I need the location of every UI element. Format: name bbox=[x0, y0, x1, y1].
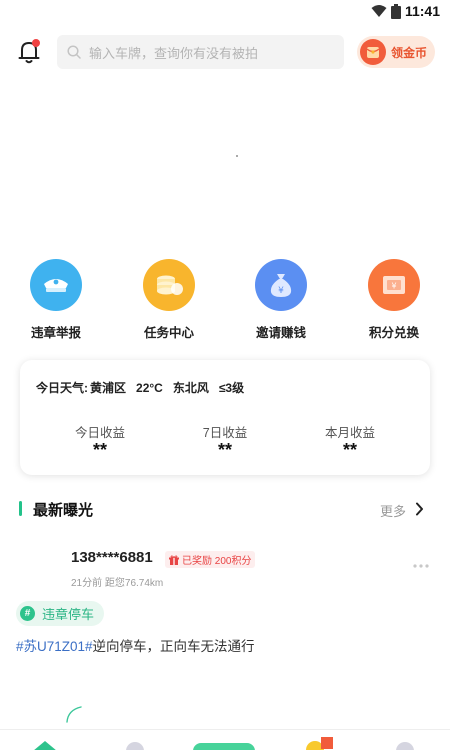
svg-text:¥: ¥ bbox=[391, 282, 396, 291]
search-input[interactable]: 输入车牌，查询你有没有被拍 bbox=[57, 35, 344, 69]
search-icon bbox=[67, 45, 81, 59]
earnings-value: ** bbox=[217, 440, 232, 460]
status-bar: 11:41 bbox=[0, 0, 450, 26]
more-options-icon[interactable] bbox=[412, 563, 430, 569]
quick-actions: 违章举报 任务中心 ¥ 邀请赚钱 ¥ 积分兑换 bbox=[0, 259, 450, 349]
action-label: 积分兑换 bbox=[368, 326, 419, 340]
battery-icon bbox=[390, 3, 401, 19]
weather-temperature: 22°C bbox=[136, 381, 163, 395]
money-bag-icon: ¥ bbox=[255, 259, 307, 311]
home-icon[interactable] bbox=[33, 741, 57, 750]
notification-button[interactable] bbox=[15, 38, 43, 66]
police-cap-icon bbox=[30, 259, 82, 311]
red-envelope-icon bbox=[360, 39, 386, 65]
nav-tab-icon[interactable] bbox=[125, 741, 145, 750]
coin-task-icon[interactable] bbox=[305, 737, 337, 750]
weather-wind: 东北风 bbox=[172, 381, 209, 395]
get-coins-button[interactable]: 领金币 bbox=[357, 36, 435, 68]
svg-text:¥: ¥ bbox=[278, 286, 284, 296]
action-label: 邀请赚钱 bbox=[255, 326, 306, 340]
post-body: 逆向停车，正向车无法通行 bbox=[92, 639, 255, 654]
earnings-value: ** bbox=[92, 440, 107, 460]
search-placeholder: 输入车牌，查询你有没有被拍 bbox=[89, 45, 259, 61]
action-task-center[interactable]: 任务中心 bbox=[119, 259, 219, 341]
action-invite-earn[interactable]: ¥ 邀请赚钱 bbox=[231, 259, 331, 341]
section-title: 最新曝光 bbox=[33, 502, 94, 519]
loading-spinner-icon bbox=[66, 706, 82, 723]
chevron-right-icon[interactable] bbox=[415, 502, 424, 516]
action-violation-report[interactable]: 违章举报 bbox=[6, 259, 106, 341]
profile-icon[interactable] bbox=[395, 741, 415, 750]
latest-section-header: 最新曝光 更多 bbox=[19, 498, 430, 520]
hashtag-icon: # bbox=[20, 606, 35, 621]
earnings-value: ** bbox=[342, 440, 357, 460]
bottom-nav bbox=[0, 729, 450, 750]
action-label: 违章举报 bbox=[30, 326, 81, 340]
get-coins-label: 领金币 bbox=[391, 45, 428, 60]
coupon-icon: ¥ bbox=[368, 259, 420, 311]
earnings-today: 今日收益 ** bbox=[40, 422, 160, 460]
reward-badge-text: 已奖励 200积分 bbox=[182, 556, 252, 567]
weather-line: 今日天气: 黄浦区 22°C 东北风 ≤3级 bbox=[36, 379, 254, 396]
more-link[interactable]: 更多 bbox=[380, 501, 406, 520]
post-meta: 21分前 距您76.74km bbox=[71, 578, 164, 589]
post-text: #苏U71Z01#逆向停车，正向车无法通行 bbox=[16, 635, 255, 655]
weather-level: ≤3级 bbox=[218, 381, 245, 395]
weather-prefix: 今日天气: bbox=[36, 381, 88, 395]
weather-earnings-card: 今日天气: 黄浦区 22°C 东北风 ≤3级 今日收益 ** 7日收益 ** 本月收益 … bbox=[20, 360, 430, 475]
gift-icon bbox=[169, 555, 179, 565]
category-tag-label: 违章停车 bbox=[42, 607, 95, 622]
earnings-7day: 7日收益 ** bbox=[165, 422, 285, 460]
action-label: 任务中心 bbox=[143, 326, 194, 340]
coins-stack-icon bbox=[143, 259, 195, 311]
action-points-exchange[interactable]: ¥ 积分兑换 bbox=[344, 259, 444, 341]
wifi-icon bbox=[371, 5, 387, 17]
category-tag[interactable]: # 违章停车 bbox=[16, 601, 105, 626]
section-accent-bar bbox=[19, 501, 22, 516]
nav-center-icon[interactable] bbox=[193, 741, 255, 750]
earnings-label: 今日收益 bbox=[74, 426, 125, 440]
banner-placeholder bbox=[236, 155, 238, 157]
earnings-label: 7日收益 bbox=[202, 426, 248, 440]
weather-district: 黄浦区 bbox=[90, 381, 127, 395]
earnings-month: 本月收益 ** bbox=[290, 422, 410, 460]
header: 输入车牌，查询你有没有被拍 领金币 bbox=[0, 34, 450, 70]
status-time: 11:41 bbox=[404, 3, 440, 19]
plate-hashtag[interactable]: #苏U71Z01# bbox=[16, 639, 93, 654]
reward-badge: 已奖励 200积分 bbox=[165, 551, 256, 568]
earnings-label: 本月收益 bbox=[324, 426, 375, 440]
post-username[interactable]: 138****6881 bbox=[71, 549, 153, 566]
notification-dot bbox=[32, 39, 40, 47]
